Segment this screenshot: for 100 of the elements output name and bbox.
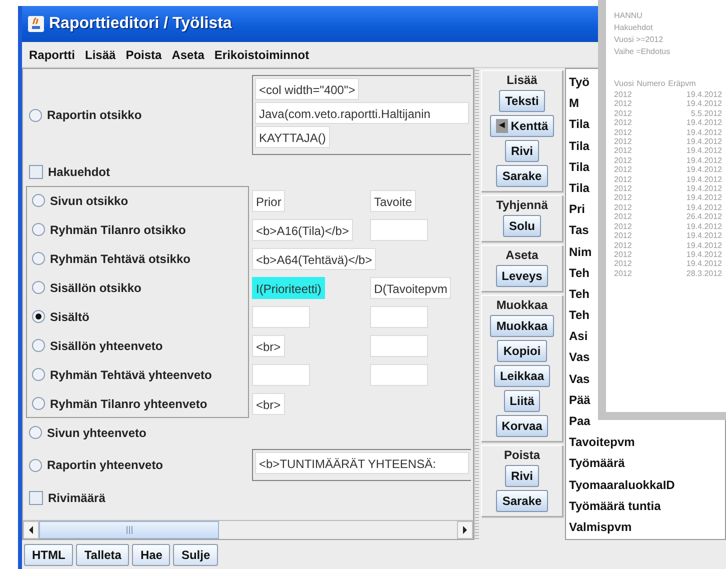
bottom-button[interactable]: Hae (132, 544, 170, 566)
text-field[interactable]: I(Prioriteetti) (252, 276, 326, 298)
text-field[interactable]: D(Tavoitepvm (370, 276, 452, 298)
text-field[interactable]: Prior (252, 190, 286, 212)
radio-button[interactable]: Sivun yhteenveto (29, 426, 146, 440)
radio-button[interactable]: Sivun otsikko (32, 194, 128, 208)
list-item[interactable]: Valmispvm (566, 516, 632, 538)
text-field[interactable] (370, 306, 428, 328)
tool-button[interactable]: Korvaa (496, 415, 548, 437)
radio-icon[interactable] (32, 368, 45, 381)
tool-button[interactable]: Solu (503, 215, 541, 237)
list-item[interactable]: Tila (566, 178, 590, 200)
scroll-right-button[interactable] (457, 521, 473, 539)
radio-icon[interactable] (32, 339, 45, 352)
column-header: Numero (636, 78, 666, 90)
text-field[interactable] (370, 218, 428, 240)
list-item[interactable]: Teh (566, 305, 590, 326)
list-item[interactable]: Tila (566, 114, 590, 136)
list-item[interactable]: M (566, 93, 579, 114)
arrow-left-icon (28, 526, 34, 534)
text-field[interactable]: <col width="400"> (255, 78, 360, 100)
radio-button[interactable]: Ryhmän Tehtävä yhteenveto (32, 368, 212, 382)
table-cell: 2012 (614, 118, 632, 128)
list-item[interactable]: Tila (566, 156, 590, 178)
text-field[interactable]: <b>TUNTIMÄÄRÄT YHTEENSÄ: (255, 452, 469, 474)
text-field[interactable] (370, 364, 428, 386)
radio-button[interactable]: Sisällön yhteenveto (32, 338, 163, 352)
text-field[interactable] (252, 364, 310, 386)
radio-button[interactable]: Ryhmän Tehtävä otsikko (32, 252, 190, 266)
table-cell: 2012 (614, 137, 632, 146)
bottom-button[interactable]: Sulje (173, 544, 218, 566)
text-field[interactable]: <br> (252, 334, 285, 356)
radio-button[interactable]: Sisältö (32, 310, 90, 324)
list-item[interactable]: Paa (566, 411, 590, 432)
checkbox[interactable]: Hakuehdot (29, 164, 110, 178)
radio-icon[interactable] (29, 426, 42, 439)
table-cell: 19.4.2012 (686, 202, 722, 212)
bottom-button[interactable]: HTML (24, 544, 74, 566)
menu-item[interactable]: Erikoistoiminnot (209, 44, 314, 64)
table-cell: 19.4.2012 (686, 128, 722, 138)
tool-button[interactable]: Leikkaa (494, 365, 550, 387)
list-item[interactable]: Työmäärä tuntia (566, 496, 661, 517)
radio-button[interactable]: Sisällön otsikko (32, 280, 142, 294)
tool-button[interactable]: ◄ Kenttä (490, 115, 554, 137)
tool-button[interactable]: Teksti (499, 90, 545, 112)
list-item[interactable]: Tas (566, 220, 589, 242)
menu-item[interactable]: Poista (120, 44, 167, 64)
list-item[interactable]: Asi (566, 326, 588, 348)
radio-icon[interactable] (32, 223, 45, 236)
text-field[interactable] (252, 306, 310, 328)
tool-button[interactable]: Sarake (496, 165, 548, 187)
text-field[interactable]: <b>A16(Tila)</b> (252, 218, 353, 240)
text-field[interactable]: KAYTTAJA() (255, 126, 330, 148)
radio-icon[interactable] (32, 310, 45, 323)
radio-icon[interactable] (29, 108, 42, 122)
tool-button[interactable]: Kopioi (497, 340, 547, 362)
radio-icon[interactable] (29, 458, 42, 472)
radio-button[interactable]: Raportin otsikko (29, 108, 142, 122)
radio-icon[interactable] (32, 252, 45, 265)
list-item[interactable]: Nim (566, 242, 592, 263)
menu-item[interactable]: Raportti (24, 44, 80, 64)
radio-icon[interactable] (32, 281, 45, 294)
list-item[interactable]: TyomaaraluokkaID (566, 474, 675, 496)
list-item[interactable]: Työ (566, 72, 590, 94)
list-item[interactable]: Teh (566, 284, 590, 306)
text-field[interactable]: Tavoite (370, 190, 416, 212)
radio-button[interactable]: Raportin yhteenveto (29, 458, 164, 472)
report-text: Vaihe =Ehdotus (614, 46, 672, 58)
list-item[interactable]: Teh (566, 262, 590, 284)
menu-item[interactable]: Aseta (166, 44, 210, 64)
text-field[interactable] (370, 334, 428, 356)
list-item[interactable]: Pää (566, 390, 590, 411)
checkbox-icon[interactable] (29, 164, 43, 178)
list-item[interactable]: Työmäärä (566, 453, 625, 475)
checkbox-icon[interactable] (29, 490, 43, 504)
radio-button[interactable]: Ryhmän Tilanro yhteenveto (32, 396, 208, 410)
text-field[interactable]: <b>A64(Tehtävä)</b> (252, 248, 376, 270)
checkbox[interactable]: Rivimäärä (29, 490, 106, 504)
table-cell: 5.5.2012 (690, 108, 722, 118)
scrollbar-thumb[interactable] (39, 521, 219, 539)
scroll-left-button[interactable] (23, 521, 39, 539)
list-item[interactable]: Tavoitepvm (566, 432, 635, 454)
tool-button[interactable]: Sarake (496, 490, 548, 512)
tool-button[interactable]: Muokkaa (490, 315, 554, 337)
tool-button[interactable]: Liitä (504, 390, 540, 412)
text-field[interactable]: <br> (252, 392, 285, 414)
tool-button[interactable]: Leveys (496, 265, 548, 287)
radio-icon[interactable] (32, 194, 45, 207)
tool-button[interactable]: Rivi (504, 140, 539, 162)
list-item[interactable]: Vas (566, 347, 590, 369)
menu-item[interactable]: Lisää (80, 44, 121, 64)
radio-icon[interactable] (32, 397, 45, 410)
text-field[interactable]: Java(com.veto.raportti.Haltijanin (255, 102, 469, 124)
bottom-button[interactable]: Talleta (76, 544, 130, 566)
cup-icon (28, 16, 44, 32)
list-item[interactable]: Vas (566, 368, 590, 390)
list-item[interactable]: Pri (566, 199, 586, 220)
tool-button[interactable]: Rivi (504, 465, 539, 487)
list-item[interactable]: Tila (566, 136, 590, 157)
radio-button[interactable]: Ryhmän Tilanro otsikko (32, 222, 186, 236)
